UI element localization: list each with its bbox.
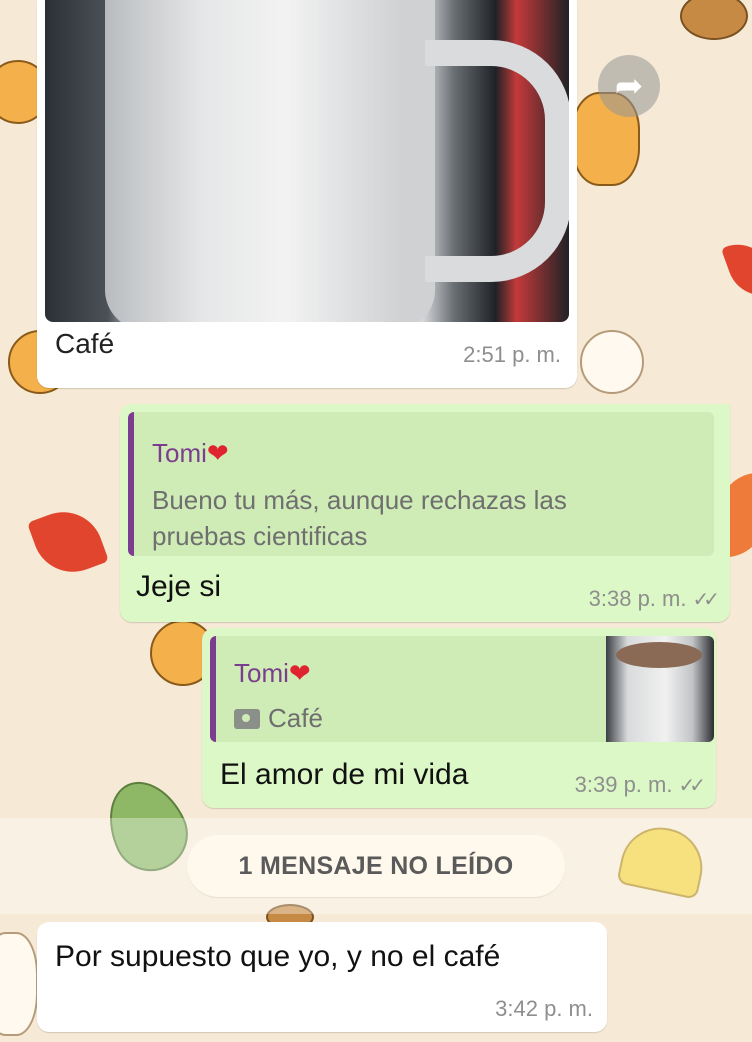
quote-media-label: Café [234, 700, 323, 736]
message-reply-bubble[interactable]: Tomi❤ Bueno tu más, aunque rechazas las … [120, 404, 730, 622]
message-text: Jeje si [136, 570, 222, 603]
quote-text-line: pruebas cientificas [152, 521, 368, 551]
photo-coffee-mug[interactable] [45, 0, 569, 322]
photo-mug [105, 0, 435, 322]
message-text-bubble[interactable]: Por supuesto que yo, y no el café 3:42 p… [37, 922, 607, 1032]
quote-text-line: Bueno tu más, aunque rechazas las [152, 485, 567, 515]
message-time: 3:38 p. m. ✓✓ [588, 586, 720, 611]
unread-messages-banner: 1 MENSAJE NO LEÍDO [187, 835, 565, 897]
message-reply-bubble[interactable]: Tomi❤ Café El amor de mi vida 3:39 p. m.… [202, 628, 716, 808]
photo-mug-handle [425, 40, 569, 282]
wallpaper-critter-doodle [0, 932, 38, 1036]
forward-button[interactable]: ➦ [598, 55, 660, 117]
image-caption: Café [55, 328, 115, 359]
double-check-icon: ✓✓ [692, 589, 719, 611]
forward-icon: ➦ [614, 67, 644, 105]
message-time: 3:39 p. m. ✓✓ [574, 772, 706, 797]
heart-icon: ❤ [288, 658, 311, 688]
double-check-icon: ✓✓ [678, 775, 705, 797]
quoted-message[interactable]: Tomi❤ Bueno tu más, aunque rechazas las … [128, 412, 714, 556]
wallpaper-critter-doodle [580, 330, 644, 394]
wallpaper-acorn-doodle [680, 0, 748, 40]
message-text: El amor de mi vida [220, 758, 469, 791]
quote-author: Tomi❤ [234, 658, 311, 688]
quote-thumbnail [606, 636, 714, 742]
camera-icon [234, 709, 260, 729]
quote-author: Tomi❤ [152, 438, 229, 468]
message-time: 2:51 p. m. [463, 342, 561, 367]
message-time: 3:42 p. m. [495, 996, 593, 1021]
wallpaper-leaf-doodle [720, 234, 752, 306]
message-text: Por supuesto que yo, y no el café [55, 940, 501, 973]
message-image-bubble[interactable]: Café 2:51 p. m. [37, 0, 577, 388]
quoted-message[interactable]: Tomi❤ Café [210, 636, 714, 742]
heart-icon: ❤ [206, 438, 229, 468]
wallpaper-leaf-doodle [26, 500, 110, 584]
